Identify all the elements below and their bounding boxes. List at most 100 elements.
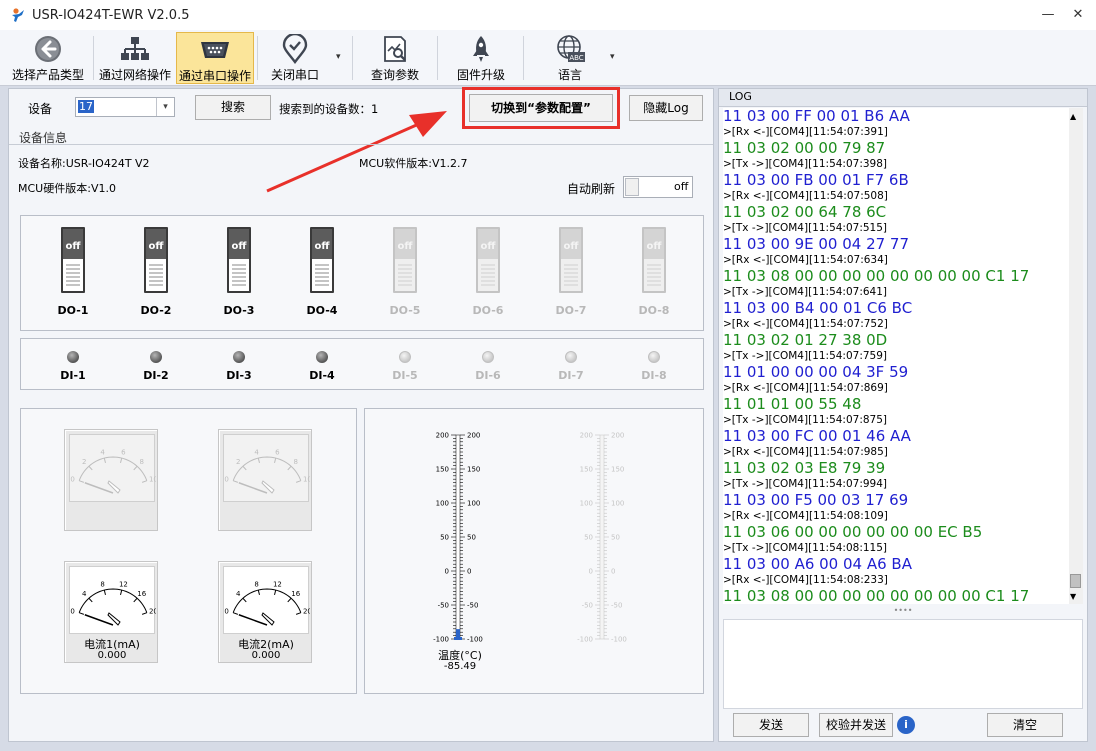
di-label: DI-3 (226, 369, 252, 382)
gauge-tick-label: 6 (121, 448, 126, 456)
mcu-hw-value: V1.0 (90, 182, 116, 195)
led-icon (648, 351, 660, 363)
send-input[interactable] (723, 619, 1083, 709)
do-switch[interactable]: off DO-1 (53, 226, 93, 322)
analog-gauge: 0 2 4 6 8 10 (218, 429, 312, 531)
gauge-value: 0.000 (97, 650, 127, 661)
close-button[interactable]: ✕ (1064, 4, 1092, 26)
do-switch[interactable]: off DO-4 (302, 226, 342, 322)
chevron-down-icon[interactable]: ▾ (610, 52, 615, 62)
toggle-switch-icon: off (476, 227, 500, 293)
do-switch-label: DO-7 (555, 304, 587, 317)
gauge-dial-icon: 0 4 8 12 16 20 (70, 580, 158, 626)
gauge-tick-label: 8 (100, 580, 104, 588)
log-line: 11 01 00 00 00 04 3F 59 (723, 363, 909, 381)
log-line: 11 03 08 00 00 00 00 00 00 00 00 C1 17 (723, 267, 1030, 285)
thermo-tick-label-right: 150 (467, 466, 480, 474)
switch-state-text: off (481, 241, 497, 252)
send-button[interactable]: 发送 (733, 713, 809, 737)
chevron-down-icon[interactable]: ▾ (336, 52, 341, 62)
toggle-knob (625, 178, 639, 196)
language-button[interactable]: ABC 语言 (540, 32, 600, 84)
section-title: 设备信息 (19, 131, 68, 145)
do-switch[interactable]: off DO-2 (136, 226, 176, 322)
gauge-tick-label: 2 (236, 458, 240, 466)
thermo-tick-label-left: 0 (445, 568, 449, 576)
gauge-tick-label: 0 (70, 475, 74, 483)
thermo-tick-label-right: -100 (467, 636, 483, 644)
toggle-switch-icon: off (310, 227, 334, 293)
led-icon (482, 351, 494, 363)
gauge-tick-label: 8 (294, 458, 298, 466)
toolbar-separator (523, 36, 524, 80)
log-line: >[Rx <-][COM4][11:54:08:109] (723, 510, 888, 522)
do-switch[interactable]: off DO-8 (634, 226, 674, 322)
gauge-dial-icon: 0 2 4 6 8 10 (224, 448, 312, 494)
do-switch[interactable]: off DO-6 (468, 226, 508, 322)
log-line: 11 03 06 00 00 00 00 00 00 EC B5 (723, 523, 983, 541)
switch-state-text: off (232, 241, 248, 252)
log-scrollbar[interactable]: ▲ ▼ (1069, 108, 1083, 604)
log-output[interactable]: 11 03 00 FF 00 01 B6 AA >[Rx <-][COM4][11… (723, 108, 1083, 604)
firmware-upgrade-button[interactable]: 固件升级 (448, 32, 514, 84)
select-product-type-button[interactable]: 选择产品类型 (6, 32, 90, 84)
toolbar-separator (352, 36, 353, 80)
toolbar-label: 通过串口操作 (178, 69, 251, 83)
gauge-tick-label: 10 (149, 475, 156, 483)
do-switch-label: DO-2 (140, 304, 172, 317)
di-indicator: DI-8 (634, 351, 674, 385)
di-indicator: DI-6 (468, 351, 508, 385)
log-line: 11 03 02 03 E8 79 39 (723, 459, 886, 477)
mcu-hw-label: MCU硬件版本: (18, 182, 91, 195)
scroll-up-icon[interactable]: ▲ (1070, 112, 1076, 121)
log-line: >[Tx ->][COM4][11:54:07:875] (723, 414, 888, 426)
toolbar-label: 固件升级 (456, 68, 505, 82)
switch-to-param-config-button[interactable]: 切换到“参数配置” (469, 94, 613, 122)
log-line: >[Rx <-][COM4][11:54:07:752] (723, 318, 888, 330)
clear-button[interactable]: 清空 (987, 713, 1063, 737)
info-icon[interactable]: i (897, 716, 915, 734)
thermo-tick-label-right: -50 (467, 602, 478, 610)
auto-refresh-toggle[interactable]: off (623, 176, 693, 198)
gauge-tick-label: 16 (137, 590, 146, 598)
close-serial-button[interactable]: 关闭串口 (262, 32, 328, 84)
thermo-tick-label-left: -100 (433, 636, 449, 644)
do-switch[interactable]: off DO-3 (219, 226, 259, 322)
device-label: 设备 (28, 102, 53, 116)
do-switch[interactable]: off DO-5 (385, 226, 425, 322)
thermo-tick-label-right: 50 (467, 534, 476, 542)
do-switch-label: DO-4 (306, 304, 338, 317)
back-arrow-icon (35, 36, 61, 62)
chevron-down-icon[interactable]: ▾ (156, 98, 174, 116)
thermo-tick-label-left: -100 (577, 636, 593, 644)
analog-gauge: 0 2 4 6 8 10 (64, 429, 158, 531)
led-icon (233, 351, 245, 363)
rocket-icon (473, 36, 489, 62)
log-line: 11 03 08 00 00 00 00 00 00 00 00 C1 17 (723, 587, 1030, 604)
minimize-button[interactable]: — (1034, 4, 1062, 26)
device-select[interactable]: 17 ▾ (75, 97, 175, 117)
serial-operation-button[interactable]: 通过串口操作 (176, 32, 254, 84)
log-title: LOG (729, 90, 752, 103)
hide-log-button[interactable]: 隐藏Log (629, 95, 703, 121)
log-line: 11 03 02 01 27 38 0D (723, 331, 888, 349)
gauge-tick-label: 6 (275, 448, 280, 456)
query-params-button[interactable]: 查询参数 (360, 32, 430, 84)
device-info-header: 设备信息 (9, 129, 713, 145)
annotation-arrow-icon (266, 111, 447, 193)
thermo-tick-label-right: 100 (467, 500, 480, 508)
scroll-thumb[interactable] (1070, 574, 1081, 588)
do-switch[interactable]: off DO-7 (551, 226, 591, 322)
log-line: >[Tx ->][COM4][11:54:07:398] (723, 158, 888, 170)
scroll-down-icon[interactable]: ▼ (1070, 592, 1076, 601)
verify-send-button[interactable]: 校验并发送 (819, 713, 893, 737)
toolbar-separator (93, 36, 94, 80)
gauge-tick-label: 8 (140, 458, 144, 466)
log-line: >[Rx <-][COM4][11:54:07:985] (723, 446, 888, 458)
network-operation-button[interactable]: 通过网络操作 (96, 32, 174, 84)
mcu-sw-row: MCU软件版本:V1.2.7 (359, 155, 467, 171)
thermo-tick-label-left: 200 (580, 432, 593, 440)
log-header: LOG (719, 89, 1087, 107)
splitter-grip[interactable]: •••• (723, 606, 1083, 616)
device-name-label: 设备名称: (18, 157, 66, 170)
